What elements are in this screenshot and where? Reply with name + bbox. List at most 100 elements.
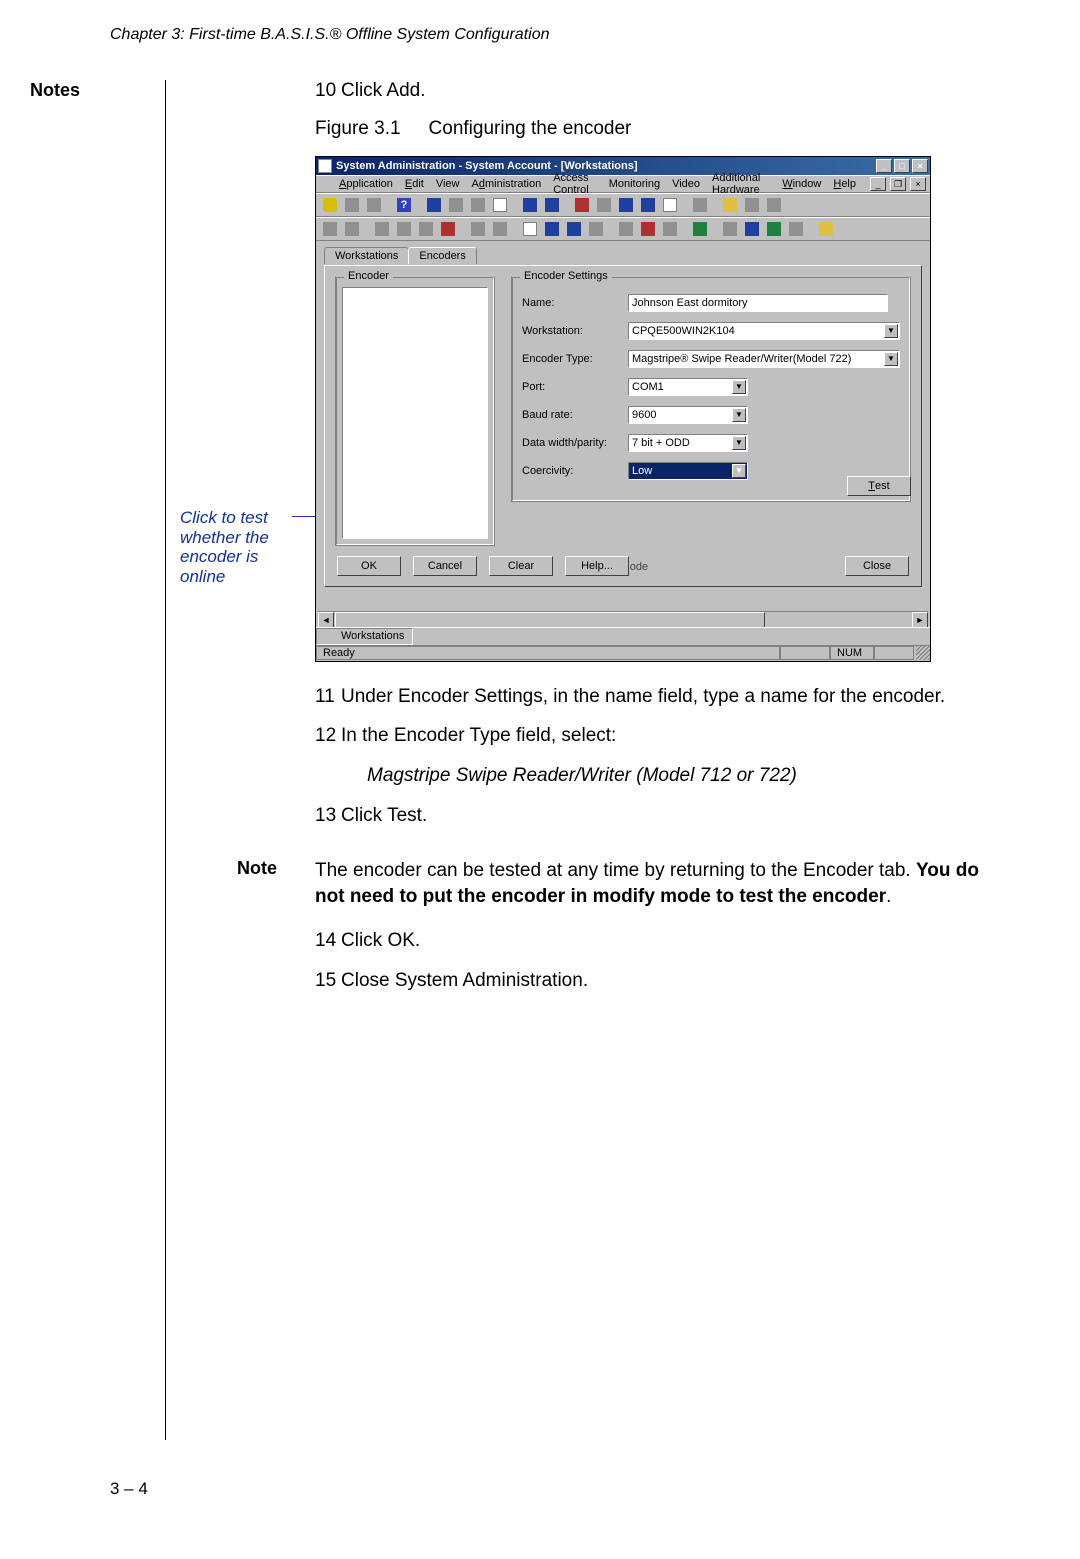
toolbar-icon[interactable] — [786, 219, 806, 239]
toolbar-icon[interactable] — [490, 195, 510, 215]
toolbar-icon[interactable] — [468, 195, 488, 215]
toolbar-icon[interactable] — [638, 219, 658, 239]
toolbar-icon[interactable] — [816, 219, 836, 239]
mdi-taskbar: Workstations — [316, 627, 930, 645]
toolbar-icon[interactable] — [320, 195, 340, 215]
toolbar-icon[interactable] — [586, 219, 606, 239]
step-text: Under Encoder Settings, in the name fiel… — [341, 686, 945, 707]
toolbar-icon[interactable] — [742, 219, 762, 239]
toolbar-icon[interactable] — [742, 195, 762, 215]
port-select[interactable]: COM1▼ — [628, 378, 748, 396]
toolbar-icon[interactable] — [542, 219, 562, 239]
note-block: Note The encoder can be tested at any ti… — [315, 858, 995, 909]
toolbar-icon[interactable] — [520, 219, 540, 239]
scroll-right-icon[interactable]: ► — [912, 612, 928, 628]
app-icon-small[interactable] — [320, 178, 327, 190]
scroll-thumb[interactable] — [335, 612, 765, 628]
close-window-button[interactable]: × — [912, 159, 928, 173]
toolbar-icon[interactable] — [564, 219, 584, 239]
workstation-select[interactable]: CPQE500WIN2K104▼ — [628, 322, 900, 340]
menu-help[interactable]: Help — [833, 178, 856, 190]
toolbar-icon[interactable] — [638, 195, 658, 215]
toolbar-icon[interactable] — [660, 195, 680, 215]
menu-application[interactable]: AApplicationpplication — [339, 178, 393, 190]
toolbar-icon[interactable] — [342, 195, 362, 215]
chevron-down-icon[interactable]: ▼ — [884, 352, 898, 366]
encoder-list[interactable] — [342, 287, 488, 539]
toolbar-icon[interactable] — [542, 195, 562, 215]
toolbar-icon[interactable] — [594, 195, 614, 215]
encoder-type-select[interactable]: Magstripe® Swipe Reader/Writer(Model 722… — [628, 350, 900, 368]
toolbar-icon[interactable] — [720, 219, 740, 239]
toolbar-icon[interactable] — [690, 195, 710, 215]
toolbar-help-icon[interactable]: ? — [394, 195, 414, 215]
ok-button[interactable]: OK — [337, 556, 401, 576]
minimize-button[interactable]: _ — [876, 159, 892, 173]
toolbar-icon[interactable] — [720, 195, 740, 215]
toolbar-icon[interactable] — [364, 195, 384, 215]
menu-administration[interactable]: Administration — [472, 178, 542, 190]
help-button[interactable]: Help... — [565, 556, 629, 576]
title-bar[interactable]: System Administration - System Account -… — [316, 157, 930, 175]
figure-caption: Figure 3.1Configuring the encoder — [315, 118, 995, 140]
label-parity: Data width/parity: — [522, 437, 628, 449]
parity-select[interactable]: 7 bit + ODD▼ — [628, 434, 748, 452]
tab-encoders[interactable]: Encoders — [408, 247, 476, 264]
toolbar-icon[interactable] — [572, 195, 592, 215]
callout-text: Click to test whether the encoder is onl… — [180, 508, 290, 586]
maximize-button[interactable]: □ — [894, 159, 910, 173]
toolbar-icon[interactable] — [342, 219, 362, 239]
note-text: The encoder can be tested at any time by… — [315, 858, 995, 909]
chevron-down-icon[interactable]: ▼ — [732, 408, 746, 422]
clear-button[interactable]: Clear — [489, 556, 553, 576]
toolbar-icon[interactable] — [320, 219, 340, 239]
mdi-minimize-button[interactable]: _ — [870, 177, 886, 191]
menu-monitoring[interactable]: Monitoring — [609, 178, 660, 190]
taskbar-item-workstations[interactable]: Workstations — [316, 628, 413, 645]
tab-workstations[interactable]: Workstations — [324, 247, 409, 264]
menu-window[interactable]: Window — [782, 178, 821, 190]
menu-edit[interactable]: Edit — [405, 178, 424, 190]
figure-number: Figure 3.1 — [315, 118, 401, 139]
menu-video[interactable]: Video — [672, 178, 700, 190]
toolbar-icon[interactable] — [764, 219, 784, 239]
chevron-down-icon[interactable]: ▼ — [732, 436, 746, 450]
close-button[interactable]: Close — [845, 556, 909, 576]
toolbar-icon[interactable] — [520, 195, 540, 215]
toolbar-icon[interactable] — [616, 195, 636, 215]
toolbar-icon[interactable] — [468, 219, 488, 239]
horizontal-scrollbar[interactable]: ◄ ► — [318, 611, 928, 627]
toolbar-icon[interactable] — [416, 219, 436, 239]
coercivity-select[interactable]: Low▼ — [628, 462, 748, 480]
menu-additional-hardware[interactable]: Additional Hardware — [712, 172, 770, 196]
toolbar-icon[interactable] — [424, 195, 444, 215]
toolbar-icon[interactable] — [660, 219, 680, 239]
baud-select[interactable]: 9600▼ — [628, 406, 748, 424]
menu-access-control[interactable]: Access Control — [553, 172, 596, 196]
chapter-header: Chapter 3: First-time B.A.S.I.S.® Offlin… — [110, 26, 550, 44]
test-button[interactable]: TTestest — [847, 476, 911, 496]
mdi-close-button[interactable]: × — [910, 177, 926, 191]
chevron-down-icon[interactable]: ▼ — [732, 464, 746, 478]
toolbar-icon[interactable] — [438, 219, 458, 239]
chevron-down-icon[interactable]: ▼ — [732, 380, 746, 394]
toolbar-icon[interactable] — [490, 219, 510, 239]
notes-divider — [165, 80, 166, 1440]
toolbar-icon[interactable] — [394, 219, 414, 239]
toolbar-icon[interactable] — [616, 219, 636, 239]
resize-grip-icon[interactable] — [916, 646, 930, 660]
menu-view[interactable]: View — [436, 178, 460, 190]
name-input[interactable]: Johnson East dormitory — [628, 294, 888, 312]
encoder-group-title: Encoder — [344, 270, 393, 282]
toolbar-icon[interactable] — [372, 219, 392, 239]
mdi-restore-button[interactable]: ❐ — [890, 177, 906, 191]
toolbar-icon[interactable] — [690, 219, 710, 239]
step-num: 15 — [315, 968, 341, 994]
toolbar-row-1: ? — [316, 193, 930, 217]
scroll-left-icon[interactable]: ◄ — [318, 612, 334, 628]
chevron-down-icon[interactable]: ▼ — [884, 324, 898, 338]
toolbar-icon[interactable] — [764, 195, 784, 215]
note-pre: The encoder can be tested at any time by… — [315, 860, 916, 881]
toolbar-icon[interactable] — [446, 195, 466, 215]
cancel-button[interactable]: Cancel — [413, 556, 477, 576]
